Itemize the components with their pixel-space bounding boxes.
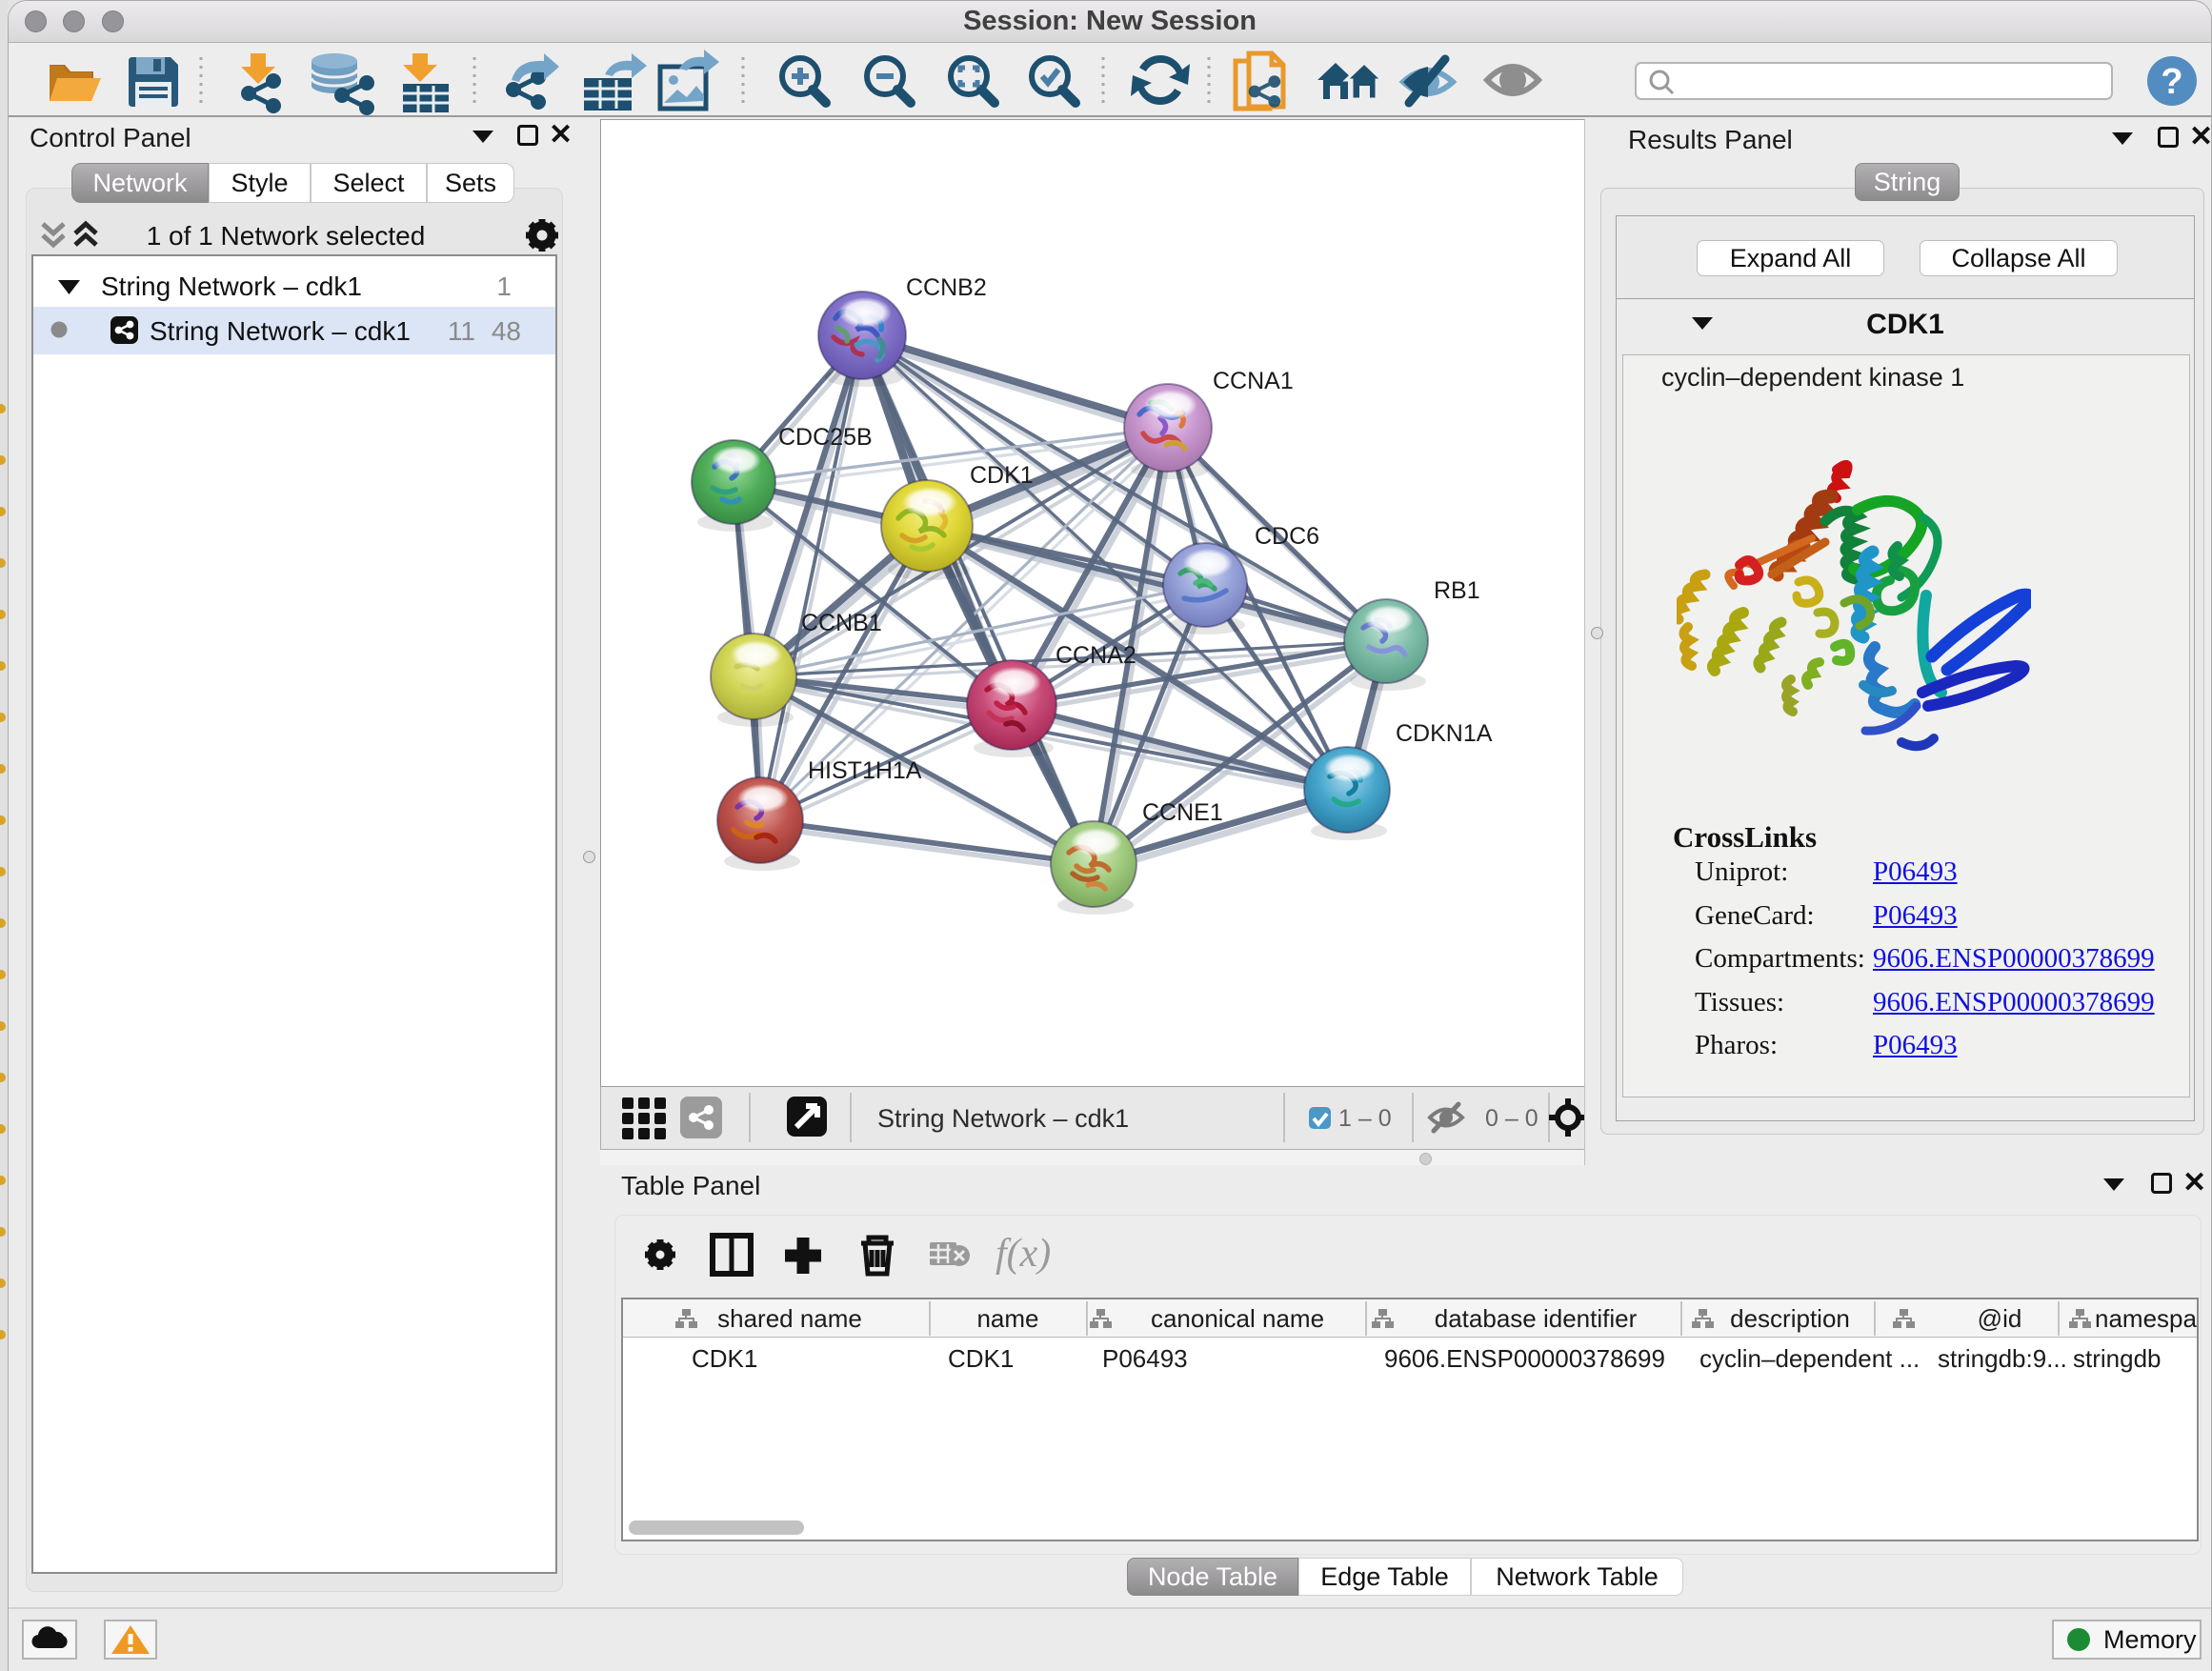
svg-text:1: 1 [496, 272, 512, 301]
svg-text:P06493: P06493 [1102, 1344, 1188, 1373]
svg-text:RB1: RB1 [1434, 577, 1480, 604]
svg-text:48: 48 [492, 316, 521, 346]
svg-text:0 – 0: 0 – 0 [1485, 1105, 1538, 1132]
svg-text:@id: @id [1978, 1304, 2022, 1333]
svg-text:CCNA1: CCNA1 [1213, 368, 1294, 394]
svg-text:CCNB1: CCNB1 [801, 610, 882, 636]
svg-text:9606.ENSP00000378699: 9606.ENSP00000378699 [1384, 1344, 1665, 1373]
svg-text:stringdb:9...: stringdb:9... [1938, 1344, 2067, 1373]
svg-text:stringdb: stringdb [2073, 1344, 2162, 1373]
svg-text:shared name: shared name [717, 1304, 862, 1333]
svg-text:CCNA2: CCNA2 [1056, 642, 1136, 669]
svg-text:CDK1: CDK1 [692, 1344, 757, 1373]
svg-text:canonical name: canonical name [1151, 1304, 1324, 1333]
svg-text:11: 11 [448, 316, 475, 346]
svg-text:1 of 1 Network selected: 1 of 1 Network selected [147, 221, 426, 251]
svg-text:database identifier: database identifier [1435, 1304, 1638, 1333]
svg-text:String Network – cdk1: String Network – cdk1 [877, 1104, 1129, 1133]
svg-text:CCNE1: CCNE1 [1142, 799, 1223, 826]
svg-text:CDC25B: CDC25B [778, 424, 873, 451]
svg-text:CDK1: CDK1 [970, 462, 1034, 489]
svg-text:cyclin–dependent ...: cyclin–dependent ... [1699, 1344, 1920, 1373]
svg-text:String Network – cdk1: String Network – cdk1 [150, 316, 411, 346]
svg-text:1 – 0: 1 – 0 [1338, 1105, 1392, 1132]
svg-text:CDC6: CDC6 [1255, 523, 1319, 550]
svg-text:CDK1: CDK1 [948, 1344, 1014, 1373]
svg-text:namespace: namespace [2095, 1304, 2197, 1333]
svg-text:name: name [976, 1304, 1038, 1333]
svg-text:?: ? [2161, 62, 2182, 102]
svg-text:CCNB2: CCNB2 [906, 274, 987, 301]
svg-text:description: description [1730, 1304, 1850, 1333]
svg-text:CDKN1A: CDKN1A [1396, 720, 1493, 747]
svg-text:String Network – cdk1: String Network – cdk1 [101, 272, 362, 301]
svg-text:f(x): f(x) [995, 1232, 1051, 1276]
svg-text:HIST1H1A: HIST1H1A [808, 757, 922, 784]
